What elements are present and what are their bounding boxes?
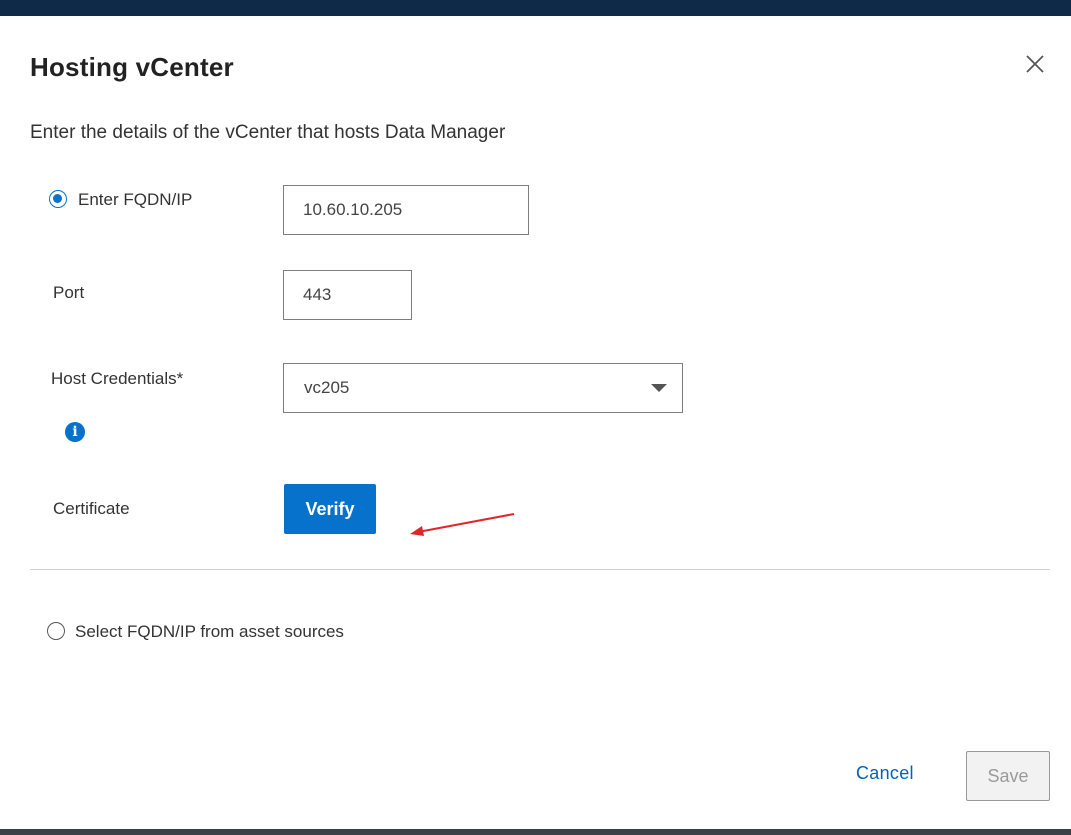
port-label: Port [53,283,85,302]
app-header-strip [0,0,1071,16]
cancel-button[interactable]: Cancel [856,763,914,784]
asset-sources-radio[interactable] [47,622,65,640]
info-icon[interactable]: i [65,422,85,442]
credentials-selected-value: vc205 [304,378,350,397]
dialog-title: Hosting vCenter [30,52,234,82]
fqdn-radio[interactable] [49,190,67,208]
fqdn-input[interactable] [283,185,529,235]
credentials-label: Host Credentials* [51,369,184,388]
asset-sources-radio-label: Select FQDN/IP from asset sources [75,622,344,641]
certificate-label: Certificate [53,499,130,518]
chevron-down-icon [651,384,667,392]
close-icon[interactable] [1022,51,1048,77]
bottom-bar [0,829,1071,835]
fqdn-radio-label: Enter FQDN/IP [78,190,193,209]
dialog-subtitle: Enter the details of the vCenter that ho… [30,122,506,143]
red-arrow-annotation [410,513,515,536]
credentials-select[interactable]: vc205 [283,363,683,413]
verify-button[interactable]: Verify [284,484,376,534]
section-divider [30,569,1050,570]
hosting-vcenter-dialog: Hosting vCenter Enter the details of the… [0,16,1071,829]
port-input[interactable] [283,270,412,320]
save-button[interactable]: Save [966,751,1050,801]
